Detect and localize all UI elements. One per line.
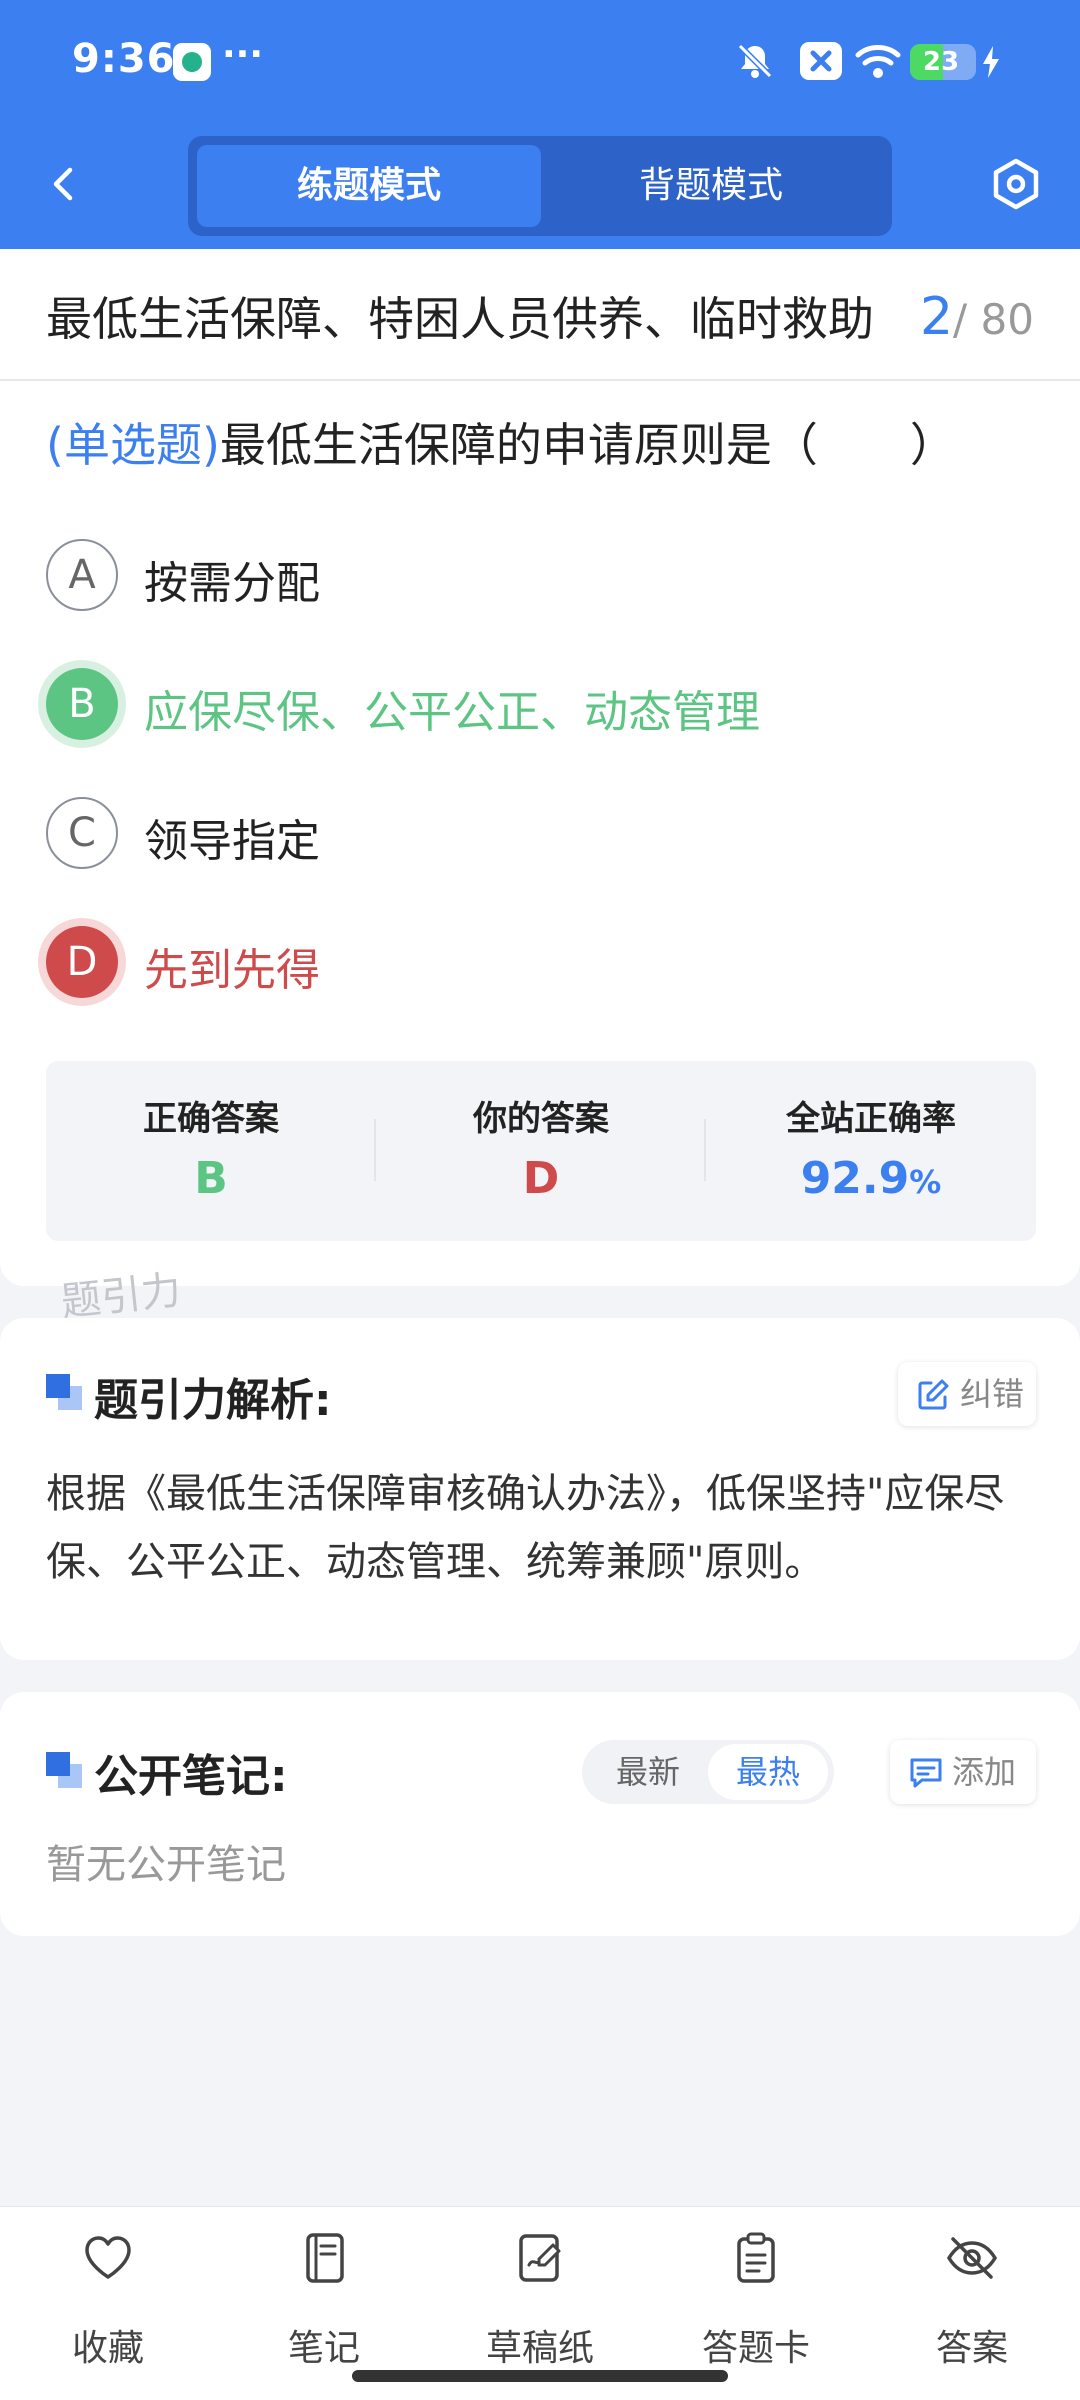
- correct-answer-value: B: [194, 1153, 228, 1204]
- tab-practice-mode[interactable]: 练题模式: [197, 145, 541, 227]
- your-answer-value: D: [522, 1153, 560, 1204]
- section-icon: [46, 1752, 82, 1788]
- mode-switch: 练题模式 背题模式: [188, 136, 892, 236]
- x-notification-icon: [800, 42, 842, 80]
- answer-stats: 正确答案 B 你的答案 D 全站正确率 92.9%: [46, 1061, 1036, 1241]
- scratch-paper-icon: [519, 2234, 561, 2282]
- app-notification-icon: [173, 43, 211, 81]
- wifi-icon: [855, 45, 901, 78]
- tab-memorize-mode[interactable]: 背题模式: [539, 145, 883, 227]
- show-answer-label: 答案: [935, 2328, 1008, 2369]
- chapter-header: 最低生活保障、特困人员供养、临时救助 2/ 80: [0, 249, 1080, 381]
- accuracy-unit: %: [909, 1163, 942, 1201]
- accuracy-label: 全站正确率: [786, 1099, 956, 1139]
- show-answer-button[interactable]: 答案: [864, 2231, 1080, 2371]
- your-answer-stat: 你的答案 D: [376, 1061, 706, 1241]
- charging-icon: [983, 46, 999, 78]
- back-button[interactable]: [40, 160, 88, 208]
- accuracy-stat: 全站正确率 92.9%: [706, 1061, 1036, 1241]
- notes-card: 公开笔记: 最新 最热 添加 暂无公开笔记: [0, 1692, 1080, 1936]
- chapter-title: 最低生活保障、特困人员供养、临时救助: [46, 292, 874, 346]
- your-answer-label: 你的答案: [473, 1099, 609, 1139]
- edit-icon: [918, 1379, 949, 1410]
- accuracy-number: 92.9: [800, 1153, 910, 1204]
- sort-newest[interactable]: 最新: [588, 1744, 708, 1800]
- scratch-paper-button[interactable]: 草稿纸: [432, 2231, 648, 2371]
- notes-title: 公开笔记:: [94, 1751, 288, 1802]
- status-time: 9:36: [72, 36, 176, 82]
- accuracy-value: 92.9%: [706, 1153, 1036, 1204]
- option-text: 先到先得: [144, 945, 320, 996]
- option-letter: C: [46, 797, 118, 869]
- option-text: 领导指定: [144, 816, 320, 867]
- option-c[interactable]: C 领导指定: [46, 797, 1026, 873]
- option-letter: B: [46, 668, 118, 740]
- section-icon: [46, 1374, 82, 1410]
- option-d[interactable]: D 先到先得: [46, 926, 1026, 1002]
- option-text: 应保尽保、公平公正、动态管理: [144, 687, 760, 738]
- current-question-number: 2: [919, 287, 954, 347]
- option-letter: A: [46, 539, 118, 611]
- eye-off-icon: [946, 2237, 998, 2279]
- add-note-button[interactable]: 添加: [890, 1740, 1036, 1804]
- report-error-label: 纠错: [960, 1375, 1025, 1413]
- notes-sort-toggle: 最新 最热: [582, 1740, 834, 1804]
- sort-hottest[interactable]: 最热: [708, 1744, 828, 1800]
- notebook-icon: [306, 2233, 344, 2283]
- analysis-card: 题引力解析: 纠错 根据《最低生活保障审核确认办法》，低保坚持"应保尽保、公平公…: [0, 1318, 1080, 1660]
- favorite-label: 收藏: [71, 2328, 144, 2369]
- clipboard-icon: [737, 2232, 775, 2283]
- question-stem: 最低生活保障的申请原则是（ ）: [219, 418, 956, 472]
- notes-button[interactable]: 笔记: [216, 2231, 432, 2371]
- favorite-button[interactable]: 收藏: [0, 2231, 216, 2371]
- settings-icon[interactable]: [988, 156, 1044, 212]
- add-note-label: 添加: [952, 1753, 1017, 1791]
- comment-icon: [910, 1758, 942, 1788]
- battery-percent: 23: [922, 47, 960, 77]
- option-text: 按需分配: [144, 558, 320, 609]
- question-type: (单选题): [46, 418, 220, 472]
- option-letter: D: [46, 926, 118, 998]
- answer-sheet-label: 答题卡: [701, 2328, 810, 2369]
- battery-indicator: 23: [910, 44, 976, 80]
- option-a[interactable]: A 按需分配: [46, 539, 1026, 615]
- total-questions: / 80: [953, 295, 1034, 344]
- analysis-text: 根据《最低生活保障审核确认办法》，低保坚持"应保尽保、公平公正、动态管理、统筹兼…: [46, 1471, 1005, 1585]
- notes-label: 笔记: [287, 2328, 360, 2369]
- correct-answer-label: 正确答案: [143, 1099, 279, 1139]
- question-card: 最低生活保障、特困人员供养、临时救助 2/ 80 (单选题)最低生活保障的申请原…: [0, 249, 1080, 1286]
- mute-icon: [737, 43, 773, 79]
- empty-notes-text: 暂无公开笔记: [46, 1842, 286, 1888]
- question-progress: 2/ 80: [920, 287, 1034, 347]
- heart-icon: [85, 2236, 131, 2279]
- status-bar: 9:36 ··· 23: [0, 0, 1080, 126]
- question-text: (单选题)最低生活保障的申请原则是（ ）: [46, 409, 1036, 475]
- correct-answer-stat: 正确答案 B: [46, 1061, 376, 1241]
- analysis-title: 题引力解析:: [94, 1375, 332, 1426]
- app-header: 9:36 ··· 23 练题模式 背题模式: [0, 0, 1080, 249]
- scratch-paper-label: 草稿纸: [485, 2328, 594, 2369]
- more-notifications-icon: ···: [222, 34, 264, 75]
- answer-sheet-button[interactable]: 答题卡: [648, 2231, 864, 2371]
- home-indicator[interactable]: [352, 2370, 728, 2382]
- option-b[interactable]: B 应保尽保、公平公正、动态管理: [46, 668, 1026, 744]
- report-error-button[interactable]: 纠错: [898, 1362, 1036, 1426]
